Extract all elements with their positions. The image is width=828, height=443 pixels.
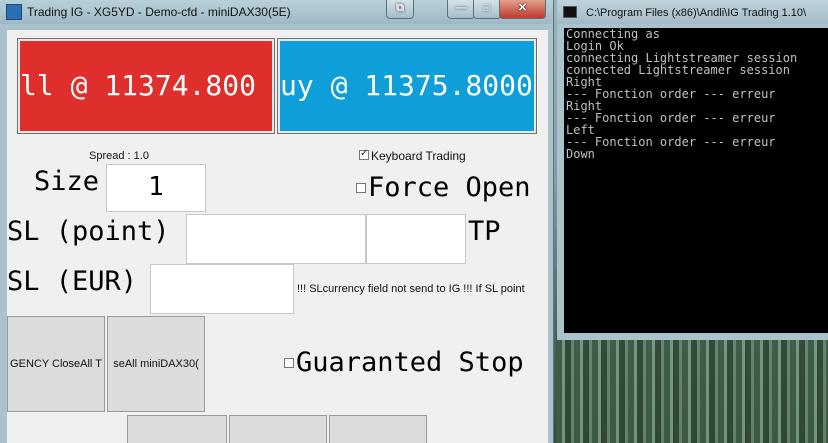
close-all-instrument-button[interactable]: seAll miniDAX30(	[107, 316, 205, 412]
bottom-button-1[interactable]	[127, 415, 227, 443]
console-icon	[563, 6, 577, 18]
emergency-close-all-button[interactable]: GENCY CloseAll T	[7, 316, 105, 412]
maximize-button[interactable]: □	[473, 0, 501, 19]
console-line: --- Fonction order --- erreur	[566, 87, 776, 101]
sl-eur-label: SL (EUR)	[7, 266, 138, 297]
spread-label: Spread : 1.0	[89, 150, 149, 162]
buy-button-label: uy @ 11375.8000	[280, 41, 534, 131]
title-bar[interactable]: Trading IG - XG5YD - Demo-cfd - miniDAX3…	[0, 0, 553, 24]
console-line: Down	[566, 147, 595, 161]
console-line: --- Fonction order --- erreur	[566, 135, 776, 149]
close-button[interactable]: ✕	[499, 0, 546, 19]
guaranteed-stop-checkbox[interactable]	[284, 358, 294, 368]
keyboard-trading-checkbox[interactable]	[359, 148, 369, 160]
size-label: Size	[34, 166, 100, 197]
trading-panel: ll @ 11374.800 uy @ 11375.8000 Spread : …	[7, 30, 548, 443]
app-icon	[6, 4, 22, 20]
bottom-button-3[interactable]	[329, 415, 427, 443]
sell-button[interactable]: ll @ 11374.800	[17, 38, 275, 134]
console-line: --- Fonction order --- erreur	[566, 111, 776, 125]
console-line: connected Lightstreamer session	[566, 63, 790, 77]
sl-currency-warning: !!! SLcurrency field not send to IG !!! …	[297, 283, 525, 295]
desktop-wallpaper-water	[556, 330, 828, 443]
sell-button-label: ll @ 11374.800	[20, 41, 272, 131]
tp-label: TP	[468, 216, 501, 247]
guaranteed-stop-label: Guaranted Stop	[296, 347, 524, 378]
snap-window-button[interactable]: ⧉	[386, 0, 414, 19]
buy-button[interactable]: uy @ 11375.8000	[277, 38, 537, 134]
sl-point-label: SL (point)	[7, 216, 170, 247]
trading-window: Trading IG - XG5YD - Demo-cfd - miniDAX3…	[0, 0, 554, 443]
bottom-button-2[interactable]	[229, 415, 327, 443]
size-input[interactable]: 1	[106, 164, 206, 212]
sl-point-input[interactable]	[186, 214, 366, 264]
sl-eur-input[interactable]	[150, 264, 294, 314]
console-output[interactable]: Connecting as Login Ok connecting Lights…	[564, 28, 828, 333]
window-title: Trading IG - XG5YD - Demo-cfd - miniDAX3…	[27, 5, 291, 19]
minimize-button[interactable]: —	[447, 0, 475, 19]
keyboard-trading-label: Keyboard Trading	[371, 149, 466, 163]
console-title-bar[interactable]: C:\Program Files (x86)\Andli\IG Trading …	[557, 0, 828, 24]
console-window: C:\Program Files (x86)\Andli\IG Trading …	[557, 0, 828, 340]
console-title: C:\Program Files (x86)\Andli\IG Trading …	[586, 7, 807, 19]
force-open-label: Force Open	[368, 172, 531, 203]
force-open-checkbox[interactable]	[356, 183, 366, 193]
tp-input[interactable]	[366, 214, 466, 264]
